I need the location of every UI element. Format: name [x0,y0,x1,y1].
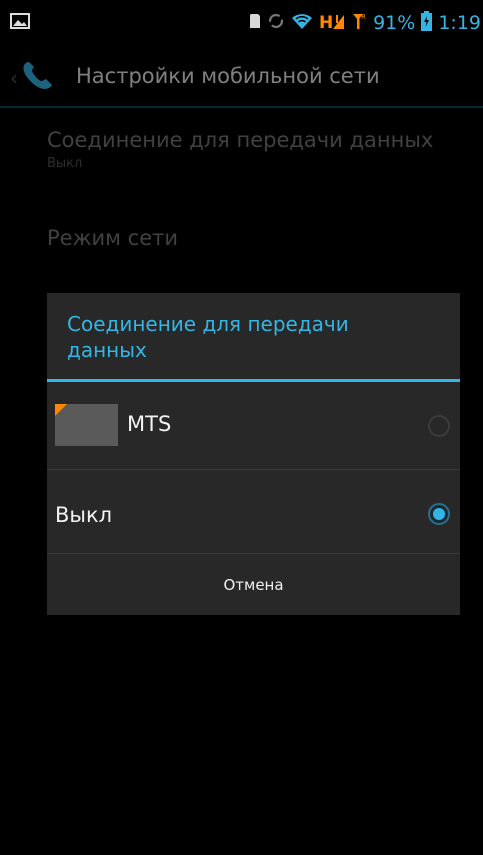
svg-text:H: H [319,13,333,31]
option-off[interactable]: Выкл [47,469,460,556]
option-mts[interactable]: MTS [47,382,460,469]
option-label: Выкл [55,503,113,527]
battery-percent: 91% [373,12,416,34]
h-data-icon: H [319,11,345,35]
svg-text:R: R [361,13,366,21]
radio-button-checked[interactable] [428,503,450,525]
data-connection-dialog: Соединение для передачи данных MTS Выкл … [47,293,460,615]
sim-card-icon [55,404,118,446]
clock: 1:19 [438,12,481,34]
signal-icon: R [351,12,367,34]
picture-icon [10,13,30,29]
screen: H R 91% 1:19 ‹ Настройки мобильной сети … [0,0,483,855]
sd-card-icon [249,13,261,33]
option-label: MTS [127,412,172,436]
radio-button[interactable] [428,415,450,437]
cancel-button[interactable]: Отмена [47,553,460,615]
sync-icon [267,12,285,34]
wifi-icon [291,12,313,34]
battery-icon [421,11,433,35]
dialog-title: Соединение для передачи данных [67,312,349,362]
status-bar: H R 91% 1:19 [0,0,483,50]
